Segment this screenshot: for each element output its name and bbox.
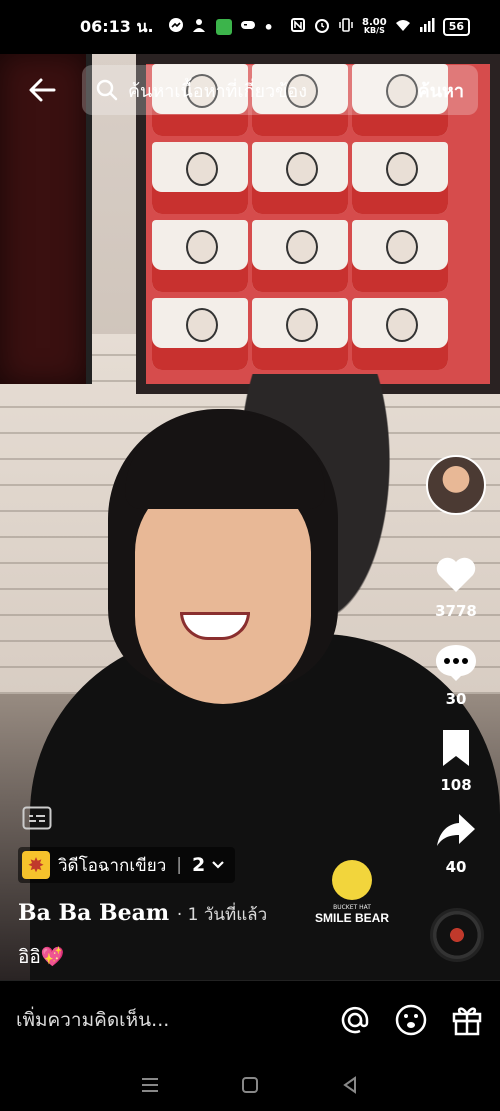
author-name[interactable]: Ba Ba Beam <box>18 900 169 926</box>
shirt-logo-line2: SMILE BEAR <box>314 911 389 925</box>
alarm-icon <box>314 17 330 37</box>
chevron-down-icon <box>212 861 225 869</box>
like-count: 3778 <box>435 602 477 620</box>
avatar[interactable] <box>426 455 486 515</box>
messenger-icon <box>168 17 184 37</box>
dot-icon: • <box>263 17 274 37</box>
back-button[interactable] <box>24 72 60 108</box>
video-caption: อิอิ💖 <box>18 946 65 968</box>
arrow-left-icon <box>29 78 56 102</box>
like-button[interactable]: 3778 <box>422 556 490 620</box>
wifi-icon <box>395 17 411 37</box>
signal-icon <box>419 17 435 37</box>
recent-apps-icon[interactable] <box>139 1074 161 1096</box>
heart-icon <box>436 557 476 592</box>
music-disc[interactable] <box>430 908 484 962</box>
comment-bar: เพิ่มความคิดเห็น... <box>0 980 500 1058</box>
search-button[interactable]: ค้นหา <box>418 76 464 105</box>
save-count: 108 <box>440 776 472 794</box>
user-notification-icon <box>192 17 208 37</box>
system-nav-bar <box>0 1058 500 1111</box>
game-controller-icon <box>240 17 256 37</box>
comment-bubble-icon <box>436 645 476 681</box>
shirt-logo-line1: BUCKET HAT <box>333 904 371 911</box>
post-time: · 1 วันที่แล้ว <box>176 905 268 925</box>
series-part: 2 <box>192 854 206 876</box>
nfc-icon <box>290 17 306 37</box>
search-bar[interactable]: ค้นหาเนื้อหาที่เกี่ยวข้อง ค้นหา <box>82 65 478 115</box>
shirt-logo: BUCKET HAT SMILE BEAR <box>312 860 392 925</box>
sparkle-icon: ✸ <box>22 851 50 879</box>
smiley-icon <box>332 860 372 900</box>
creator-avatar[interactable] <box>422 455 490 515</box>
status-bar: 06:13 น. • 8.00 KB/S 56 <box>0 0 500 54</box>
home-icon[interactable] <box>239 1074 261 1096</box>
series-title: วิดีโอฉากเขียว <box>58 855 167 876</box>
share-count: 40 <box>445 858 467 876</box>
bookmark-icon <box>443 730 469 766</box>
comment-input[interactable]: เพิ่มความคิดเห็น... <box>16 1005 316 1035</box>
series-playlist-chip[interactable]: ✸ วิดีโอฉากเขียว | 2 <box>18 847 236 883</box>
line-app-icon <box>215 19 232 35</box>
share-button[interactable]: 40 <box>422 810 490 876</box>
battery-indicator: 56 <box>442 18 470 36</box>
status-time: 06:13 น. <box>80 16 154 36</box>
search-icon <box>96 79 118 101</box>
captions-icon[interactable] <box>22 806 52 830</box>
gift-icon[interactable] <box>450 1003 484 1037</box>
mention-icon[interactable] <box>338 1003 372 1037</box>
back-nav-icon[interactable] <box>339 1074 361 1096</box>
comment-count: 30 <box>445 690 467 708</box>
search-input[interactable]: ค้นหาเนื้อหาที่เกี่ยวข้อง <box>128 76 418 105</box>
comment-button[interactable]: 30 <box>422 642 490 708</box>
emoji-icon[interactable] <box>394 1003 428 1037</box>
vibrate-icon <box>338 17 354 37</box>
net-speed-unit: KB/S <box>363 26 385 35</box>
share-arrow-icon <box>437 814 475 846</box>
save-button[interactable]: 108 <box>422 728 490 794</box>
